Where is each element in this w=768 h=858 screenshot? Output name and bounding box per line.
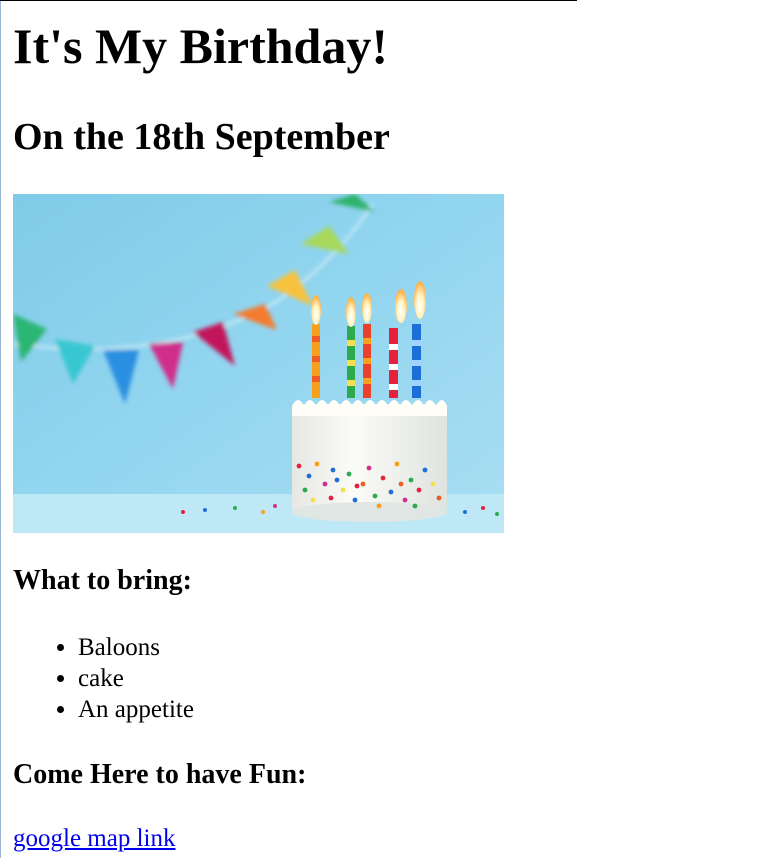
top-divider xyxy=(0,0,577,1)
cake xyxy=(291,400,447,522)
page-title: It's My Birthday! xyxy=(13,18,388,74)
google-map-link[interactable]: google map link xyxy=(13,823,175,855)
come-here-heading: Come Here to have Fun: xyxy=(13,759,307,790)
list-item: An appetite xyxy=(78,694,194,725)
what-to-bring-heading: What to bring: xyxy=(13,565,192,596)
list-item: Baloons xyxy=(78,632,194,663)
window-left-border xyxy=(0,0,1,858)
page-subtitle: On the 18th September xyxy=(13,116,390,158)
list-item: cake xyxy=(78,663,194,694)
bring-list: Baloons cake An appetite xyxy=(13,632,194,725)
birthday-cake-image xyxy=(13,194,504,533)
